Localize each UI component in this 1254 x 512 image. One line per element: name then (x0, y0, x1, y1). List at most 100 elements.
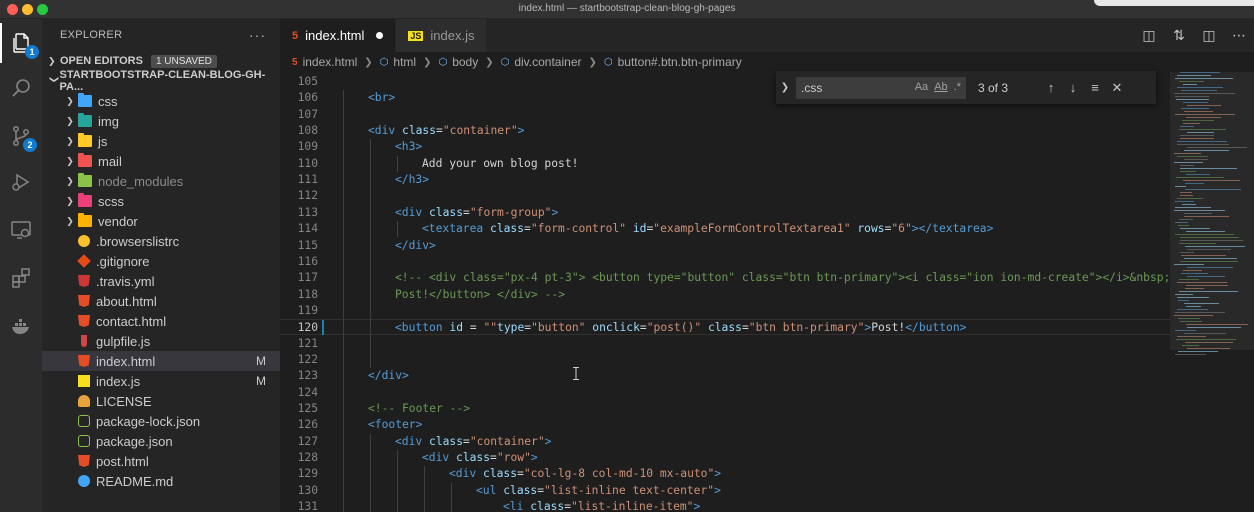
code-line[interactable]: 113 <div class="form-group"> (280, 205, 1170, 221)
code-line[interactable]: 111 </h3> (280, 172, 1170, 188)
open-editors-section[interactable]: ❯ OPEN EDITORS 1 UNSAVED (42, 51, 280, 71)
match-whole-word-icon[interactable]: Ab (934, 81, 947, 93)
minimap-line (1187, 132, 1214, 133)
minimap-line (1180, 72, 1220, 73)
search-activity[interactable] (0, 68, 42, 108)
minimap-line (1181, 255, 1226, 256)
folder-item[interactable]: ❯ css (42, 91, 280, 111)
code-token: class (490, 222, 525, 236)
code-line[interactable]: 116 (280, 254, 1170, 270)
docker-activity[interactable] (0, 306, 42, 346)
previous-match-icon[interactable]: ↑ (1040, 80, 1062, 95)
tree-item-label: mail (98, 153, 122, 169)
find-in-selection-icon[interactable]: ≡ (1084, 80, 1106, 95)
tab-index-html[interactable]: 5 index.html (280, 19, 397, 52)
breadcrumb-item[interactable]: ⬡ button#.btn.btn-primary (604, 55, 742, 69)
explorer-activity[interactable]: 1 (0, 23, 42, 63)
code-line[interactable]: 114 <textarea class="form-control" id="ex… (280, 221, 1170, 237)
file-item[interactable]: gulpfile.js (42, 331, 280, 351)
breadcrumb-item[interactable]: ⬡ body (438, 55, 478, 69)
project-folder-section[interactable]: ❯ STARTBOOTSTRAP-CLEAN-BLOG-GH-PA... (42, 69, 280, 93)
file-item[interactable]: package-lock.json (42, 411, 280, 431)
file-item[interactable]: LICENSE (42, 391, 280, 411)
minimap-line (1182, 345, 1199, 346)
yellow-circle-icon (78, 235, 90, 247)
minimap[interactable] (1170, 72, 1254, 512)
folder-icon (78, 133, 92, 147)
file-item[interactable]: index.html M (42, 351, 280, 371)
file-item[interactable]: .gitignore (42, 251, 280, 271)
remote-explorer-activity[interactable] (0, 210, 42, 250)
line-number: 129 (297, 467, 318, 481)
code-text: </div> (368, 368, 409, 384)
code-token: class (402, 124, 437, 138)
code-line[interactable]: 121 (280, 336, 1170, 352)
open-preview-icon[interactable]: ◫ (1134, 27, 1164, 44)
toggle-replace-chevron-icon[interactable]: ❯ (776, 82, 794, 93)
code-line[interactable]: 115 </div> (280, 238, 1170, 254)
minimap-line (1184, 303, 1219, 304)
code-editor[interactable]: 105 106 <br> 107 108 <div class="container"> 1… (280, 72, 1254, 512)
source-control-activity[interactable]: 2 (0, 116, 42, 156)
minimap-line (1184, 213, 1212, 214)
file-item[interactable]: index.js M (42, 371, 280, 391)
code-line[interactable]: 129 <div class="col-lg-8 col-md-10 mx-aut… (280, 466, 1170, 482)
code-line[interactable]: 125 <!-- Footer --> (280, 401, 1170, 417)
code-token: <br> (368, 91, 396, 105)
file-item[interactable]: .travis.yml (42, 271, 280, 291)
folder-item[interactable]: ❯ img (42, 111, 280, 131)
folder-item[interactable]: ❯ node_modules (42, 171, 280, 191)
code-line[interactable]: 110 Add your own blog post! (280, 156, 1170, 172)
code-line[interactable]: 107 (280, 107, 1170, 123)
breadcrumb-item[interactable]: 5 index.html (292, 55, 357, 69)
next-match-icon[interactable]: ↓ (1062, 80, 1084, 95)
explorer-more-actions-button[interactable]: ··· (249, 27, 266, 43)
split-editor-icon[interactable]: ◫ (1194, 27, 1224, 44)
close-icon[interactable]: ✕ (1106, 80, 1128, 96)
folder-item[interactable]: ❯ mail (42, 151, 280, 171)
more-actions-icon[interactable]: ⋯ (1224, 27, 1254, 44)
tab-index-js[interactable]: JS index.js (396, 19, 488, 52)
run-debug-activity[interactable] (0, 162, 42, 202)
code-line[interactable]: 123 </div> (280, 368, 1170, 384)
code-line[interactable]: 118 Post!</button> </div> --> (280, 287, 1170, 303)
code-token: = (463, 205, 470, 219)
folder-item[interactable]: ❯ js (42, 131, 280, 151)
file-tree: ❯ css ❯ img ❯ js ❯ mail ❯ node_modules ❯ scss ❯ vendo… (42, 91, 280, 491)
folder-item[interactable]: ❯ scss (42, 191, 280, 211)
file-item[interactable]: .browserslistrc (42, 231, 280, 251)
line-number: 115 (297, 238, 318, 252)
minimap-line (1177, 141, 1227, 142)
code-line[interactable]: 109 <h3> (280, 139, 1170, 155)
code-line[interactable]: 108 <div class="container"> (280, 123, 1170, 139)
code-line[interactable]: 119 (280, 303, 1170, 319)
code-line[interactable]: 128 <div class="row"> (280, 450, 1170, 466)
extensions-activity[interactable] (0, 258, 42, 298)
code-line[interactable]: 124 (280, 385, 1170, 401)
minimap-line (1181, 90, 1217, 91)
minimap-line (1175, 207, 1211, 208)
file-item[interactable]: post.html (42, 451, 280, 471)
file-item[interactable]: package.json (42, 431, 280, 451)
code-line[interactable]: 117 <!-- <div class="px-4 pt-3"> <button … (280, 270, 1171, 286)
file-item[interactable]: about.html (42, 291, 280, 311)
code-line[interactable]: 127 <div class="container"> (280, 434, 1170, 450)
breadcrumb-item[interactable]: ⬡ div.container (501, 55, 582, 69)
code-line[interactable]: 126 <footer> (280, 417, 1170, 433)
code-text: <!-- Footer --> (368, 401, 470, 417)
html5-icon (78, 315, 90, 327)
folder-item[interactable]: ❯ vendor (42, 211, 280, 231)
code-line[interactable]: 120 <button id = ""type="button" onclick=… (280, 319, 1170, 336)
code-line[interactable]: 130 <ul class="list-inline text-center"> (280, 483, 1170, 499)
match-case-icon[interactable]: Aa (915, 81, 928, 93)
file-item[interactable]: contact.html (42, 311, 280, 331)
code-line[interactable]: 131 <li class="list-inline-item"> (280, 499, 1170, 512)
folder-icon (78, 113, 92, 127)
file-item[interactable]: README.md (42, 471, 280, 491)
code-line[interactable]: 122 (280, 352, 1170, 368)
use-regex-icon[interactable]: .* (954, 81, 961, 93)
find-input[interactable]: .css Aa Ab .* (796, 76, 966, 99)
open-changes-icon[interactable]: ⇅ (1164, 27, 1194, 44)
breadcrumb-item[interactable]: ⬡ html (380, 55, 416, 69)
code-line[interactable]: 112 (280, 188, 1170, 204)
